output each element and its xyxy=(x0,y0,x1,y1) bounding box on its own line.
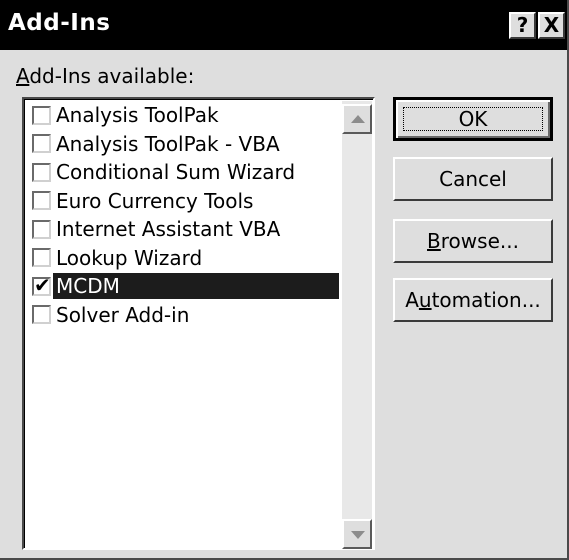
checkbox[interactable] xyxy=(32,219,51,239)
automation-mnemonic: u xyxy=(418,288,432,312)
add-ins-dialog: Add-Ins ? X Add-Ins available: Analysis … xyxy=(0,0,569,560)
add-ins-list-items: Analysis ToolPak Analysis ToolPak - VBA Co… xyxy=(26,101,339,329)
list-item[interactable]: Analysis ToolPak - VBA xyxy=(26,130,339,159)
browse-mnemonic: B xyxy=(427,229,441,253)
cancel-button[interactable]: Cancel xyxy=(393,157,553,201)
list-item-label: MCDM xyxy=(53,273,339,300)
title-bar[interactable]: Add-Ins ? X xyxy=(0,0,567,50)
list-item[interactable]: Lookup Wizard xyxy=(26,244,339,273)
list-item-label: Internet Assistant VBA xyxy=(56,217,281,242)
list-item[interactable]: Conditional Sum Wizard xyxy=(26,158,339,187)
list-item[interactable]: Solver Add-in xyxy=(26,301,339,330)
checkmark-icon: ✔ xyxy=(34,272,51,297)
window-title: Add-Ins xyxy=(8,10,111,36)
ok-button[interactable]: OK xyxy=(393,97,553,141)
list-item[interactable]: Internet Assistant VBA xyxy=(26,215,339,244)
list-item-label: Euro Currency Tools xyxy=(56,188,254,213)
automation-label: Automation... xyxy=(405,288,541,312)
scroll-up-button[interactable] xyxy=(342,104,372,134)
list-item-label: Solver Add-in xyxy=(56,302,190,327)
label-text: dd-Ins available: xyxy=(29,64,195,88)
list-item[interactable]: ✔ MCDM xyxy=(26,272,339,301)
list-item-label: Conditional Sum Wizard xyxy=(56,160,296,185)
add-ins-list[interactable]: Analysis ToolPak Analysis ToolPak - VBA Co… xyxy=(22,97,375,550)
checkbox[interactable] xyxy=(32,134,51,154)
arrow-up-icon xyxy=(351,115,365,123)
close-button[interactable]: X xyxy=(538,12,565,39)
cancel-label: Cancel xyxy=(439,167,507,191)
list-item[interactable]: Analysis ToolPak xyxy=(26,101,339,130)
checkbox[interactable] xyxy=(32,191,51,211)
help-button[interactable]: ? xyxy=(509,12,536,39)
list-item-label: Analysis ToolPak xyxy=(56,103,219,128)
checkbox[interactable] xyxy=(32,105,51,125)
label-mnemonic: A xyxy=(16,64,30,88)
list-item-label: Analysis ToolPak - VBA xyxy=(56,131,280,156)
list-item[interactable]: Euro Currency Tools xyxy=(26,187,339,216)
arrow-down-icon xyxy=(351,531,365,539)
checkbox[interactable] xyxy=(32,162,51,182)
browse-label: Browse... xyxy=(427,229,519,253)
vertical-scrollbar[interactable] xyxy=(342,101,372,549)
list-item-label: Lookup Wizard xyxy=(56,245,203,270)
checkbox[interactable] xyxy=(32,305,51,325)
checkbox[interactable] xyxy=(32,248,51,268)
scroll-down-button[interactable] xyxy=(342,519,372,549)
automation-button[interactable]: Automation... xyxy=(393,278,553,322)
browse-button[interactable]: Browse... xyxy=(393,219,553,263)
add-ins-available-label: Add-Ins available: xyxy=(16,64,194,88)
automation-prefix: A xyxy=(405,288,419,312)
focus-rectangle xyxy=(403,107,543,131)
checkbox[interactable]: ✔ xyxy=(32,273,51,297)
automation-text: tomation... xyxy=(431,288,541,312)
browse-text: rowse... xyxy=(440,229,519,253)
